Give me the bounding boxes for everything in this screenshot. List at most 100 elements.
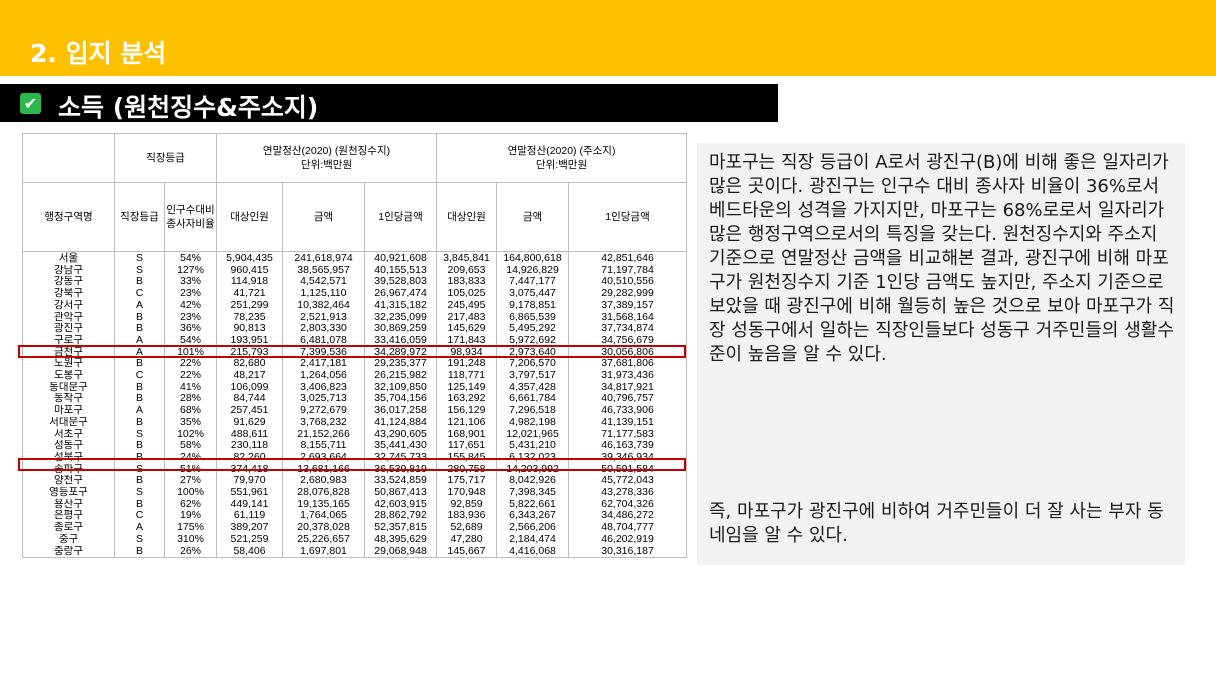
table-cell: 164,800,618 — [496, 251, 570, 265]
table-cell: 52,357,815 — [364, 522, 438, 534]
table-cell: 310% — [163, 533, 218, 546]
table-cell: 7,296,518 — [496, 405, 570, 417]
table-cell: 52,689 — [436, 522, 498, 534]
table-cell: 251,299 — [216, 299, 284, 312]
table-cell: A — [114, 299, 165, 312]
group-header-withholding: 연말정산(2020) (원천징수지) 단위:백만원 — [216, 133, 438, 183]
table-row: 양천구 B 27% 79,970 2,680,983 33,524,859 175,717 8… — [22, 475, 688, 488]
table-cell: C — [114, 370, 165, 382]
table-cell: 5,495,292 — [496, 323, 570, 335]
table-cell: 34,817,921 — [568, 381, 688, 394]
table-cell: 40,155,513 — [364, 264, 438, 277]
table-cell: 12,021,965 — [496, 428, 570, 441]
table-cell: 46,733,906 — [568, 405, 688, 417]
table-row: 관악구 B 23% 78,235 2,521,913 32,235,099 217,483 6… — [22, 311, 688, 324]
table-cell: 35,441,430 — [364, 440, 438, 452]
table-cell: S — [114, 487, 165, 499]
table-cell: 156,129 — [436, 405, 498, 417]
table-row: 서대문구 B 35% 91,629 3,768,232 41,124,884 121,106… — [22, 416, 688, 429]
table-cell: 117,651 — [436, 440, 498, 452]
table-cell: 2,184,474 — [496, 533, 570, 546]
section-bar: ✔ 소득 (원천징수&주소지) — [0, 84, 778, 122]
table-cell: 40,796,757 — [568, 393, 688, 406]
table-cell: 5,431,210 — [496, 440, 570, 452]
table-cell: 23% — [163, 288, 218, 300]
section-title: 소득 (원천징수&주소지) — [58, 93, 319, 122]
table-cell: 145,667 — [436, 545, 498, 559]
table-row: 용산구 B 62% 449,141 19,135,165 42,603,915 92,859… — [22, 498, 688, 511]
table-cell: 3,768,232 — [282, 416, 366, 429]
table-cell: 68% — [163, 405, 218, 417]
table-cell: 2,566,206 — [496, 522, 570, 534]
table-row: 영등포구 S 100% 551,961 28,076,828 50,867,413 170,… — [22, 487, 688, 499]
table-cell: 9,272,679 — [282, 405, 366, 417]
table-cell: 191,248 — [436, 358, 498, 371]
table-cell: 20,378,028 — [282, 522, 366, 534]
table-cell: 3,406,823 — [282, 381, 366, 394]
table-cell: 6,865,539 — [496, 311, 570, 324]
table-cell: 217,483 — [436, 311, 498, 324]
table-cell: 29,282,999 — [568, 288, 688, 300]
table-cell: 71,197,784 — [568, 264, 688, 277]
table-cell: 26,967,474 — [364, 288, 438, 300]
table-cell: 183,936 — [436, 510, 498, 523]
column-header: 1인당금액 — [364, 182, 438, 252]
table-cell: 39,528,803 — [364, 276, 438, 289]
table-cell: 46,202,919 — [568, 533, 688, 546]
table-cell: 127% — [163, 264, 218, 277]
column-header: 대상인원 — [436, 182, 498, 252]
table-cell: 46,163,739 — [568, 440, 688, 452]
table-cell: A — [114, 522, 165, 534]
table-cell: 22% — [163, 370, 218, 382]
table-cell: 도봉구 — [22, 370, 115, 382]
column-header: 행정구역명 — [22, 182, 115, 252]
table-row: 서울 S 54% 5,904,435 241,618,974 40,921,608 3,84… — [22, 251, 688, 265]
table-cell: 3,025,713 — [282, 393, 366, 406]
table-cell: 58,406 — [216, 545, 284, 559]
table-cell: 중랑구 — [22, 545, 115, 559]
table-cell: S — [114, 264, 165, 277]
table-cell: S — [114, 428, 165, 441]
table-cell: 서울 — [22, 251, 115, 265]
table-cell: 중구 — [22, 533, 115, 546]
table-cell: 6,661,784 — [496, 393, 570, 406]
table-cell: 35,704,156 — [364, 393, 438, 406]
table-cell: 551,961 — [216, 487, 284, 499]
table-cell: 37,734,874 — [568, 323, 688, 335]
table-cell: 33,524,859 — [364, 475, 438, 488]
table-cell: 90,813 — [216, 323, 284, 335]
group-header-grade: 직장등급 — [113, 133, 218, 183]
table-cell: 43,290,605 — [364, 428, 438, 441]
table-cell: 1,764,065 — [282, 510, 366, 523]
table-cell: 29,068,948 — [364, 545, 438, 559]
table-cell: 강서구 — [22, 299, 115, 312]
table-cell: 33% — [163, 276, 218, 289]
table-cell: 37,389,157 — [568, 299, 688, 312]
table-cell: 1,264,056 — [282, 370, 366, 382]
table-cell: 29,235,377 — [364, 358, 438, 371]
table-cell: 서초구 — [22, 428, 115, 441]
table-cell: 관악구 — [22, 311, 115, 324]
income-table-container: 직장등급 연말정산(2020) (원천징수지) 단위:백만원 연말정산(2020)… — [22, 133, 688, 675]
table-cell: 145,629 — [436, 323, 498, 335]
column-header: 대상인원 — [216, 182, 284, 252]
table-cell: 118,771 — [436, 370, 498, 382]
table-cell: 9,178,851 — [496, 299, 570, 312]
table-cell: 41,721 — [216, 288, 284, 300]
table-cell: 114,918 — [216, 276, 284, 289]
table-cell: 1,697,801 — [282, 545, 366, 559]
table-row: 강남구 S 127% 960,415 38,565,957 40,155,513 209,6… — [22, 264, 688, 277]
table-cell: 54% — [163, 251, 218, 265]
table-cell: 4,982,198 — [496, 416, 570, 429]
table-cell: 37,681,806 — [568, 358, 688, 371]
table-cell: B — [114, 440, 165, 452]
table-row: 서초구 S 102% 488,611 21,152,266 43,290,605 168,9… — [22, 428, 688, 441]
table-cell: 106,099 — [216, 381, 284, 394]
table-cell: 175% — [163, 522, 218, 534]
table-cell: 79,970 — [216, 475, 284, 488]
table-cell: C — [114, 510, 165, 523]
table-cell: 48,704,777 — [568, 522, 688, 534]
table-cell: 2,417,181 — [282, 358, 366, 371]
table-cell: 48,217 — [216, 370, 284, 382]
table-cell: 25,226,657 — [282, 533, 366, 546]
